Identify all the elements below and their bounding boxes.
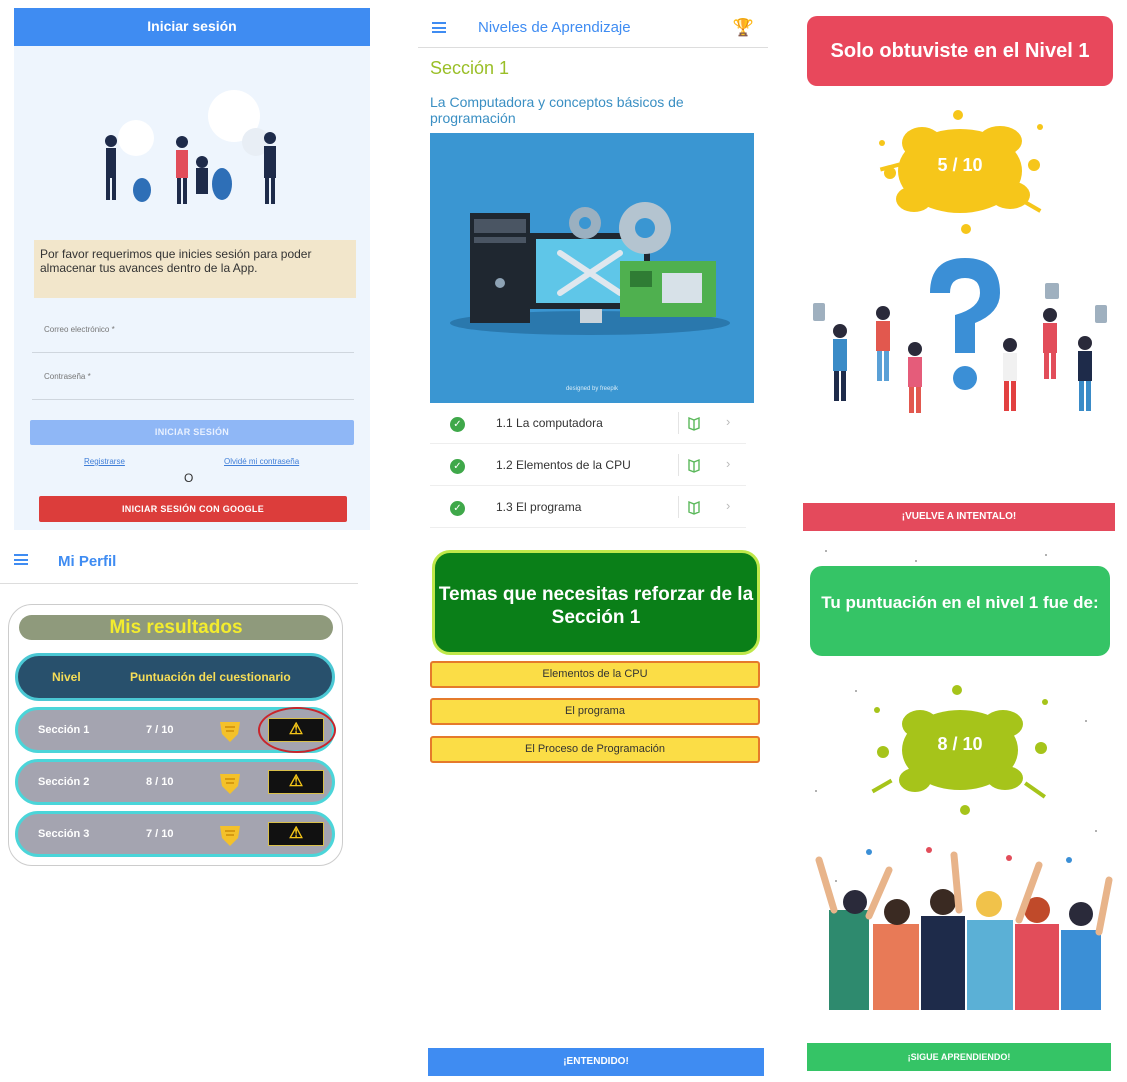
- password-field[interactable]: Contraseña *: [32, 360, 354, 400]
- result-row: Sección 1 7 / 10 ⚠: [15, 707, 336, 753]
- warning-icon[interactable]: ⚠: [268, 822, 324, 846]
- chevron-right-icon[interactable]: ›: [726, 414, 730, 429]
- register-link[interactable]: Registrarse: [84, 457, 125, 466]
- section-subtitle: La Computadora y conceptos básicos de pr…: [430, 94, 684, 126]
- page-title: Niveles de Aprendizaje: [478, 19, 631, 36]
- results-card: Mis resultados Nivel Puntuación del cues…: [8, 604, 343, 866]
- trophy-icon[interactable]: 🏆: [733, 18, 754, 38]
- login-screen: Iniciar sesión Por favor requerimos que …: [14, 8, 370, 530]
- lesson-item[interactable]: ✓ 1.2 Elementos de la CPU ›: [430, 446, 746, 486]
- top-bar: Mi Perfil: [0, 540, 358, 584]
- chevron-right-icon[interactable]: ›: [726, 498, 730, 513]
- lesson-item[interactable]: ✓ 1.3 El programa ›: [430, 488, 746, 528]
- retry-button[interactable]: ¡VUELVE A INTENTALO!: [803, 503, 1115, 531]
- column-level: Nivel: [52, 670, 81, 684]
- badge-icon: [220, 722, 240, 742]
- book-icon[interactable]: [678, 412, 708, 434]
- understood-button[interactable]: ¡ENTENDIDO!: [428, 1048, 764, 1076]
- check-icon: ✓: [450, 459, 465, 474]
- lesson-label: 1.2 Elementos de la CPU: [496, 458, 631, 472]
- check-icon: ✓: [450, 501, 465, 516]
- topics-header: Temas que necesitas reforzar de la Secci…: [432, 550, 760, 655]
- row-score: 7 / 10: [146, 724, 174, 736]
- image-credit: designed by freepik: [566, 386, 619, 392]
- top-bar: Niveles de Aprendizaje 🏆: [418, 8, 768, 48]
- warning-icon[interactable]: ⚠: [268, 770, 324, 794]
- row-score: 7 / 10: [146, 828, 174, 840]
- login-button[interactable]: INICIAR SESIÓN: [30, 420, 354, 445]
- chevron-right-icon[interactable]: ›: [726, 456, 730, 471]
- people-chatting-illustration: [105, 90, 276, 204]
- result-header: Solo obtuviste en el Nivel 1: [807, 16, 1113, 86]
- levels-screen: Niveles de Aprendizaje 🏆 Sección 1 La Co…: [418, 8, 768, 530]
- success-result-screen: Tu puntuación en el nivel 1 fue de: 8 / …: [795, 540, 1125, 1082]
- score-value: 8 / 10: [937, 734, 983, 754]
- column-score: Puntuación del cuestionario: [130, 670, 291, 684]
- or-separator: O: [184, 471, 194, 485]
- book-icon[interactable]: [678, 454, 708, 476]
- score-value: 5 / 10: [937, 155, 983, 175]
- keep-learning-button[interactable]: ¡SIGUE APRENDIENDO!: [807, 1043, 1111, 1071]
- topics-screen: Temas que necesitas reforzar de la Secci…: [418, 540, 773, 1082]
- menu-icon[interactable]: [14, 554, 28, 565]
- page-title: Mi Perfil: [58, 553, 117, 570]
- results-header: Nivel Puntuación del cuestionario: [15, 653, 335, 701]
- google-login-button[interactable]: INICIAR SESIÓN CON GOOGLE: [39, 496, 347, 522]
- computer-illustration: designed by freepik: [430, 133, 754, 403]
- confused-people-illustration: [813, 258, 1107, 413]
- check-icon: ✓: [450, 417, 465, 432]
- book-icon[interactable]: [678, 496, 708, 518]
- badge-icon: [220, 774, 240, 794]
- warning-icon[interactable]: ⚠: [268, 718, 324, 742]
- email-field[interactable]: Correo electrónico *: [32, 313, 354, 353]
- result-header: Tu puntuación en el nivel 1 fue de:: [810, 566, 1110, 656]
- results-title: Mis resultados: [19, 615, 333, 640]
- row-section: Sección 1: [38, 724, 90, 736]
- row-section: Sección 3: [38, 828, 90, 840]
- forgot-password-link[interactable]: Olvidé mi contraseña: [224, 457, 299, 466]
- row-section: Sección 2: [38, 776, 90, 788]
- result-row: Sección 3 7 / 10 ⚠: [15, 811, 335, 857]
- section-title: Sección 1: [430, 58, 510, 78]
- login-notice: Por favor requerimos que inicies sesión …: [34, 240, 356, 298]
- badge-icon: [220, 826, 240, 846]
- menu-icon[interactable]: [432, 22, 446, 33]
- result-row: Sección 2 8 / 10 ⚠: [15, 759, 335, 805]
- topic-item[interactable]: El Proceso de Programación: [430, 736, 760, 763]
- lesson-label: 1.1 La computadora: [496, 416, 603, 430]
- row-score: 8 / 10: [146, 776, 174, 788]
- topic-item[interactable]: El programa: [430, 698, 760, 725]
- celebrating-people-illustration: [815, 847, 1113, 1010]
- lesson-item[interactable]: ✓ 1.1 La computadora ›: [430, 404, 746, 444]
- fail-result-screen: Solo obtuviste en el Nivel 1 5 / 10 ¡VUE…: [795, 8, 1125, 533]
- profile-screen: Mi Perfil Mis resultados Nivel Puntuació…: [0, 540, 358, 1082]
- login-header: Iniciar sesión: [14, 8, 370, 46]
- lesson-label: 1.3 El programa: [496, 500, 582, 514]
- topic-item[interactable]: Elementos de la CPU: [430, 661, 760, 688]
